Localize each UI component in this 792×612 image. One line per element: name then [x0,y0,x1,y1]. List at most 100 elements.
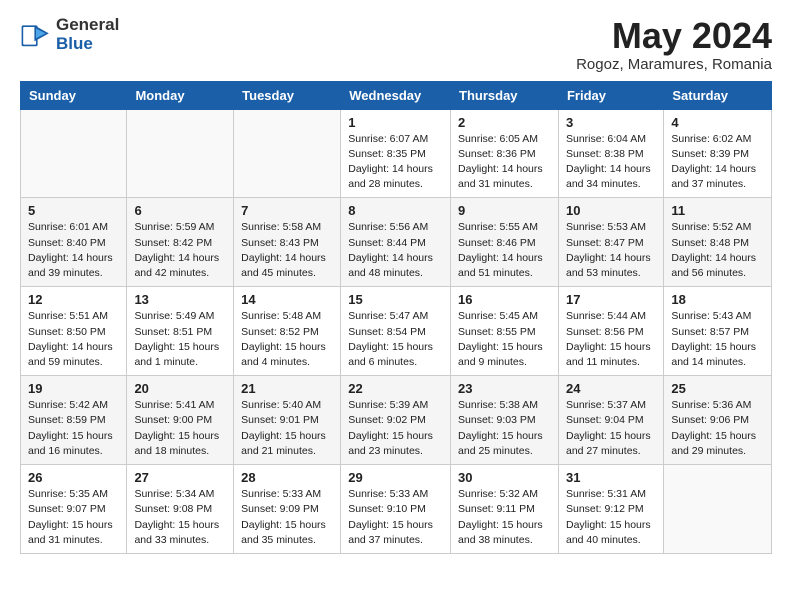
day-info: Sunrise: 5:37 AM Sunset: 9:04 PM Dayligh… [566,398,656,459]
calendar-cell: 22 Sunrise: 5:39 AM Sunset: 9:02 PM Dayli… [341,376,451,465]
day-number: 5 [28,203,119,218]
day-number: 6 [134,203,226,218]
calendar-cell: 2 Sunrise: 6:05 AM Sunset: 8:36 PM Daylig… [451,109,559,198]
day-info: Sunrise: 6:04 AM Sunset: 8:38 PM Dayligh… [566,132,656,193]
logo-blue-text: Blue [56,35,119,54]
weekday-header-sunday: Sunday [21,81,127,109]
calendar-cell: 3Sunrise: 6:04 AM Sunset: 8:38 PM Daylig… [558,109,663,198]
weekday-header-wednesday: Wednesday [341,81,451,109]
day-number: 22 [348,381,443,396]
weekday-header-saturday: Saturday [664,81,772,109]
day-info: Sunrise: 6:07 AM Sunset: 8:35 PM Dayligh… [348,132,443,193]
day-number: 1 [348,115,443,130]
calendar-cell [234,109,341,198]
day-info: Sunrise: 5:42 AM Sunset: 8:59 PM Dayligh… [28,398,119,459]
day-info: Sunrise: 5:44 AM Sunset: 8:56 PM Dayligh… [566,309,656,370]
month-year-title: May 2024 [576,16,772,56]
calendar-cell: 26Sunrise: 5:35 AM Sunset: 9:07 PM Dayli… [21,465,127,554]
day-number: 11 [671,203,764,218]
calendar-cell: 30 Sunrise: 5:32 AM Sunset: 9:11 PM Dayli… [451,465,559,554]
weekday-header-monday: Monday [127,81,234,109]
day-info: Sunrise: 5:59 AM Sunset: 8:42 PM Dayligh… [134,220,226,281]
day-info: Sunrise: 5:39 AM Sunset: 9:02 PM Dayligh… [348,398,443,459]
calendar-cell [21,109,127,198]
calendar-cell: 20 Sunrise: 5:41 AM Sunset: 9:00 PM Dayli… [127,376,234,465]
calendar-cell: 1 Sunrise: 6:07 AM Sunset: 8:35 PM Daylig… [341,109,451,198]
calendar-cell: 24 Sunrise: 5:37 AM Sunset: 9:04 PM Dayli… [558,376,663,465]
calendar-cell: 15 Sunrise: 5:47 AM Sunset: 8:54 PM Dayli… [341,287,451,376]
day-number: 31 [566,470,656,485]
calendar-table: SundayMondayTuesdayWednesdayThursdayFrid… [20,81,772,554]
day-info: Sunrise: 5:56 AM Sunset: 8:44 PM Dayligh… [348,220,443,281]
calendar-cell: 6 Sunrise: 5:59 AM Sunset: 8:42 PM Daylig… [127,198,234,287]
day-info: Sunrise: 5:45 AM Sunset: 8:55 PM Dayligh… [458,309,551,370]
day-info: Sunrise: 6:01 AM Sunset: 8:40 PM Dayligh… [28,220,119,281]
weekday-header-friday: Friday [558,81,663,109]
calendar-cell: 23 Sunrise: 5:38 AM Sunset: 9:03 PM Dayli… [451,376,559,465]
weekday-header-tuesday: Tuesday [234,81,341,109]
calendar-cell: 7 Sunrise: 5:58 AM Sunset: 8:43 PM Daylig… [234,198,341,287]
day-number: 30 [458,470,551,485]
weekday-header-thursday: Thursday [451,81,559,109]
day-info: Sunrise: 5:51 AM Sunset: 8:50 PM Dayligh… [28,309,119,370]
day-info: Sunrise: 5:33 AM Sunset: 9:09 PM Dayligh… [241,487,333,548]
logo-text: General Blue [56,16,119,53]
day-number: 2 [458,115,551,130]
day-info: Sunrise: 5:47 AM Sunset: 8:54 PM Dayligh… [348,309,443,370]
calendar-cell: 13Sunrise: 5:49 AM Sunset: 8:51 PM Dayli… [127,287,234,376]
calendar-header-row: SundayMondayTuesdayWednesdayThursdayFrid… [21,81,772,109]
day-info: Sunrise: 5:55 AM Sunset: 8:46 PM Dayligh… [458,220,551,281]
calendar-cell: 28 Sunrise: 5:33 AM Sunset: 9:09 PM Dayli… [234,465,341,554]
day-number: 25 [671,381,764,396]
logo: General Blue [20,16,119,53]
day-number: 9 [458,203,551,218]
calendar-cell: 8 Sunrise: 5:56 AM Sunset: 8:44 PM Daylig… [341,198,451,287]
day-info: Sunrise: 5:53 AM Sunset: 8:47 PM Dayligh… [566,220,656,281]
day-info: Sunrise: 5:34 AM Sunset: 9:08 PM Dayligh… [134,487,226,548]
calendar-cell: 14Sunrise: 5:48 AM Sunset: 8:52 PM Dayli… [234,287,341,376]
day-info: Sunrise: 5:52 AM Sunset: 8:48 PM Dayligh… [671,220,764,281]
day-number: 20 [134,381,226,396]
day-info: Sunrise: 5:33 AM Sunset: 9:10 PM Dayligh… [348,487,443,548]
day-number: 21 [241,381,333,396]
calendar-cell: 18Sunrise: 5:43 AM Sunset: 8:57 PM Dayli… [664,287,772,376]
calendar-cell: 21Sunrise: 5:40 AM Sunset: 9:01 PM Dayli… [234,376,341,465]
calendar-cell: 9 Sunrise: 5:55 AM Sunset: 8:46 PM Daylig… [451,198,559,287]
day-number: 10 [566,203,656,218]
day-number: 26 [28,470,119,485]
calendar-week-row: 12 Sunrise: 5:51 AM Sunset: 8:50 PM Dayli… [21,287,772,376]
day-number: 28 [241,470,333,485]
calendar-cell: 17 Sunrise: 5:44 AM Sunset: 8:56 PM Dayli… [558,287,663,376]
day-number: 8 [348,203,443,218]
calendar-cell: 4Sunrise: 6:02 AM Sunset: 8:39 PM Daylig… [664,109,772,198]
title-area: May 2024 Rogoz, Maramures, Romania [576,16,772,73]
day-number: 23 [458,381,551,396]
day-info: Sunrise: 5:38 AM Sunset: 9:03 PM Dayligh… [458,398,551,459]
day-number: 24 [566,381,656,396]
day-info: Sunrise: 5:36 AM Sunset: 9:06 PM Dayligh… [671,398,764,459]
day-number: 18 [671,292,764,307]
day-info: Sunrise: 5:48 AM Sunset: 8:52 PM Dayligh… [241,309,333,370]
calendar-week-row: 1 Sunrise: 6:07 AM Sunset: 8:35 PM Daylig… [21,109,772,198]
day-info: Sunrise: 6:05 AM Sunset: 8:36 PM Dayligh… [458,132,551,193]
calendar-cell: 5 Sunrise: 6:01 AM Sunset: 8:40 PM Daylig… [21,198,127,287]
day-number: 7 [241,203,333,218]
page-header: General Blue May 2024 Rogoz, Maramures, … [20,16,772,73]
day-info: Sunrise: 5:58 AM Sunset: 8:43 PM Dayligh… [241,220,333,281]
calendar-cell: 19 Sunrise: 5:42 AM Sunset: 8:59 PM Dayli… [21,376,127,465]
logo-general-text: General [56,16,119,35]
calendar-cell [127,109,234,198]
calendar-cell: 12 Sunrise: 5:51 AM Sunset: 8:50 PM Dayli… [21,287,127,376]
day-number: 15 [348,292,443,307]
calendar-week-row: 5 Sunrise: 6:01 AM Sunset: 8:40 PM Daylig… [21,198,772,287]
day-info: Sunrise: 6:02 AM Sunset: 8:39 PM Dayligh… [671,132,764,193]
day-number: 12 [28,292,119,307]
calendar-cell: 27Sunrise: 5:34 AM Sunset: 9:08 PM Dayli… [127,465,234,554]
day-info: Sunrise: 5:41 AM Sunset: 9:00 PM Dayligh… [134,398,226,459]
day-number: 17 [566,292,656,307]
day-info: Sunrise: 5:31 AM Sunset: 9:12 PM Dayligh… [566,487,656,548]
calendar-cell: 11 Sunrise: 5:52 AM Sunset: 8:48 PM Dayli… [664,198,772,287]
day-info: Sunrise: 5:32 AM Sunset: 9:11 PM Dayligh… [458,487,551,548]
day-info: Sunrise: 5:49 AM Sunset: 8:51 PM Dayligh… [134,309,226,370]
day-number: 19 [28,381,119,396]
